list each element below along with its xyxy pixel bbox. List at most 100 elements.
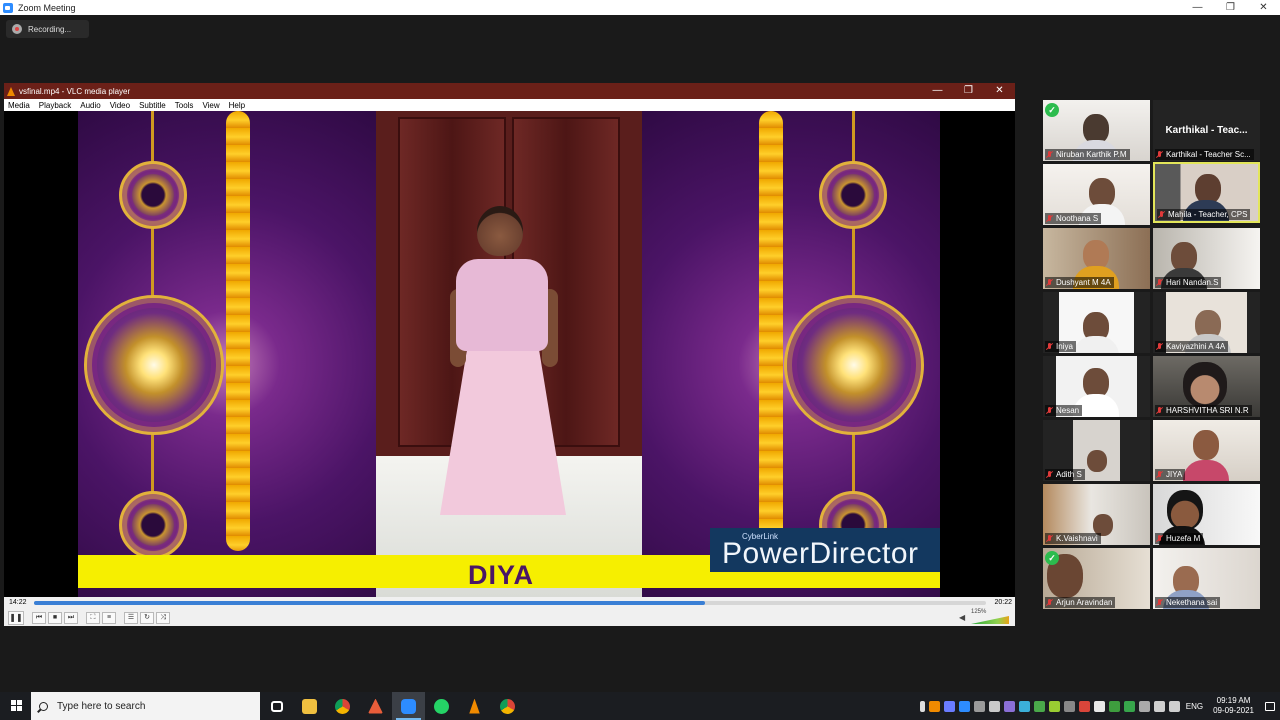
participant-tile[interactable]: K.Vaishnavi [1043,484,1150,545]
participant-tile[interactable]: Huzefa M [1153,484,1260,545]
playback-controls: ❚❚ ⏮ ■ ⏭ ⛶ ≡ ☰ ↻ ⤨ ◀ 125% [4,609,1015,626]
minimize-button[interactable]: — [1181,0,1214,15]
menu-audio[interactable]: Audio [76,101,105,110]
menu-playback[interactable]: Playback [35,101,76,110]
participant-name: Mahila - Teacher, CPS [1168,210,1248,219]
zoom-tray-icon[interactable] [958,700,970,712]
loop-button[interactable]: ↻ [140,611,154,624]
tray-app-icon[interactable] [1063,700,1075,712]
participant-tile[interactable]: Noothana S [1043,164,1150,225]
participant-tile[interactable]: Nekethana sai [1153,548,1260,609]
language-indicator[interactable]: ENG [1186,702,1203,711]
participant-name: JIYA [1166,470,1183,479]
microphone-icon[interactable] [919,700,925,712]
seek-bar[interactable] [34,601,986,605]
tray-app-icon[interactable] [1138,700,1150,712]
fullscreen-button[interactable]: ⛶ [86,611,100,624]
participant-name: HARSHVITHA SRI N.R [1166,406,1249,415]
chrome-icon[interactable] [491,692,524,720]
file-explorer-icon[interactable] [293,692,326,720]
participant-tile[interactable]: Adith S [1043,420,1150,481]
taskbar-clock[interactable]: 09:19 AM 09-09-2021 [1213,696,1254,716]
participant-tile[interactable]: ✓ Arjun Aravindan [1043,548,1150,609]
medallion-icon [784,295,924,435]
tray-app-icon[interactable] [1048,700,1060,712]
restore-button[interactable]: ❐ [1214,0,1247,15]
participant-tile[interactable]: Karthikal - Teac... Karthikal - Teacher … [1153,100,1260,161]
menu-video[interactable]: Video [106,101,135,110]
extended-settings-button[interactable]: ≡ [102,611,116,624]
participant-display-name: Karthikal - Teac... [1165,125,1248,136]
notification-icon[interactable] [1260,692,1280,720]
menu-subtitle[interactable]: Subtitle [135,101,171,110]
taskbar-search-box[interactable]: Type here to search [31,692,260,720]
chrome-icon[interactable] [326,692,359,720]
clock-date: 09-09-2021 [1213,706,1254,715]
muted-mic-icon [1046,278,1053,287]
participant-tile[interactable]: HARSHVITHA SRI N.R [1153,356,1260,417]
participant-tile[interactable]: Iniya [1043,292,1150,353]
vlc-window-title: vsfinal.mp4 - VLC media player [19,86,131,96]
vlc-restore-button[interactable]: ❐ [953,83,984,98]
tray-app-icon[interactable] [1018,700,1030,712]
wifi-icon[interactable] [1153,700,1165,712]
menu-tools[interactable]: Tools [171,101,199,110]
muted-mic-icon [1156,598,1163,607]
volume-icon[interactable] [1168,700,1180,712]
next-button[interactable]: ⏭ [64,611,78,624]
participant-tile[interactable]: Hari Nandan.S [1153,228,1260,289]
zoom-taskbar-icon[interactable] [392,692,425,720]
windows-start-icon[interactable] [0,692,31,720]
muted-mic-icon [1156,534,1163,543]
vlc-taskbar-icon[interactable] [458,692,491,720]
menu-media[interactable]: Media [4,101,35,110]
vlc-minimize-button[interactable]: — [922,83,953,98]
previous-button[interactable]: ⏮ [32,611,46,624]
vlc-close-button[interactable]: ✕ [984,83,1015,98]
decor-panel-left [78,111,376,597]
menu-help[interactable]: Help [225,101,250,110]
tray-app-icon[interactable] [1123,700,1135,712]
participant-tile[interactable]: Nesan [1043,356,1150,417]
search-icon [39,701,48,711]
recording-icon [12,24,22,34]
tray-app-icon[interactable] [1093,700,1105,712]
participant-tile[interactable]: JIYA [1153,420,1260,481]
stop-button[interactable]: ■ [48,611,62,624]
windows-taskbar: Type here to search ENG 09:19 AM 09-09-2… [0,692,1280,720]
recording-indicator[interactable]: Recording... [6,20,89,38]
muted-mic-icon [1156,342,1163,351]
tray-app-icon[interactable] [1078,700,1090,712]
tray-app-icon[interactable] [943,700,955,712]
tray-app-icon[interactable] [1108,700,1120,712]
tray-app-icon[interactable] [973,700,985,712]
tray-app-icon[interactable] [1033,700,1045,712]
participant-name: Noothana S [1056,214,1099,223]
pause-button[interactable]: ❚❚ [8,610,24,625]
volume-control[interactable]: ◀ 125% [959,609,1011,625]
participant-tile[interactable]: Dushyant M 4A [1043,228,1150,289]
shuffle-button[interactable]: ⤨ [156,611,170,624]
recording-label: Recording... [28,24,72,34]
participant-tile-active-speaker[interactable]: Mahila - Teacher, CPS [1153,162,1260,223]
muted-mic-icon [1046,214,1053,223]
participant-tile[interactable]: Kaviyazhini A 4A [1153,292,1260,353]
whatsapp-icon[interactable] [425,692,458,720]
participant-name: Kaviyazhini A 4A [1166,342,1226,351]
muted-mic-icon [1046,150,1053,159]
menu-view[interactable]: View [198,101,224,110]
tray-app-icon[interactable] [988,700,1000,712]
muted-mic-icon [1046,406,1053,415]
app-icon[interactable] [359,692,392,720]
muted-mic-icon [1046,470,1053,479]
volume-bar[interactable] [971,616,1009,624]
close-button[interactable]: ✕ [1247,0,1280,15]
vlc-tray-icon[interactable] [928,700,940,712]
playlist-button[interactable]: ☰ [124,611,138,624]
medallion-icon [84,295,224,435]
video-frame[interactable]: DIYA CyberLink PowerDirector [4,111,1015,597]
zoom-window-title: Zoom Meeting [18,2,76,13]
task-view-icon[interactable] [260,692,293,720]
participant-tile[interactable]: ✓ Niruban Karthik P.M [1043,100,1150,161]
tray-app-icon[interactable] [1003,700,1015,712]
